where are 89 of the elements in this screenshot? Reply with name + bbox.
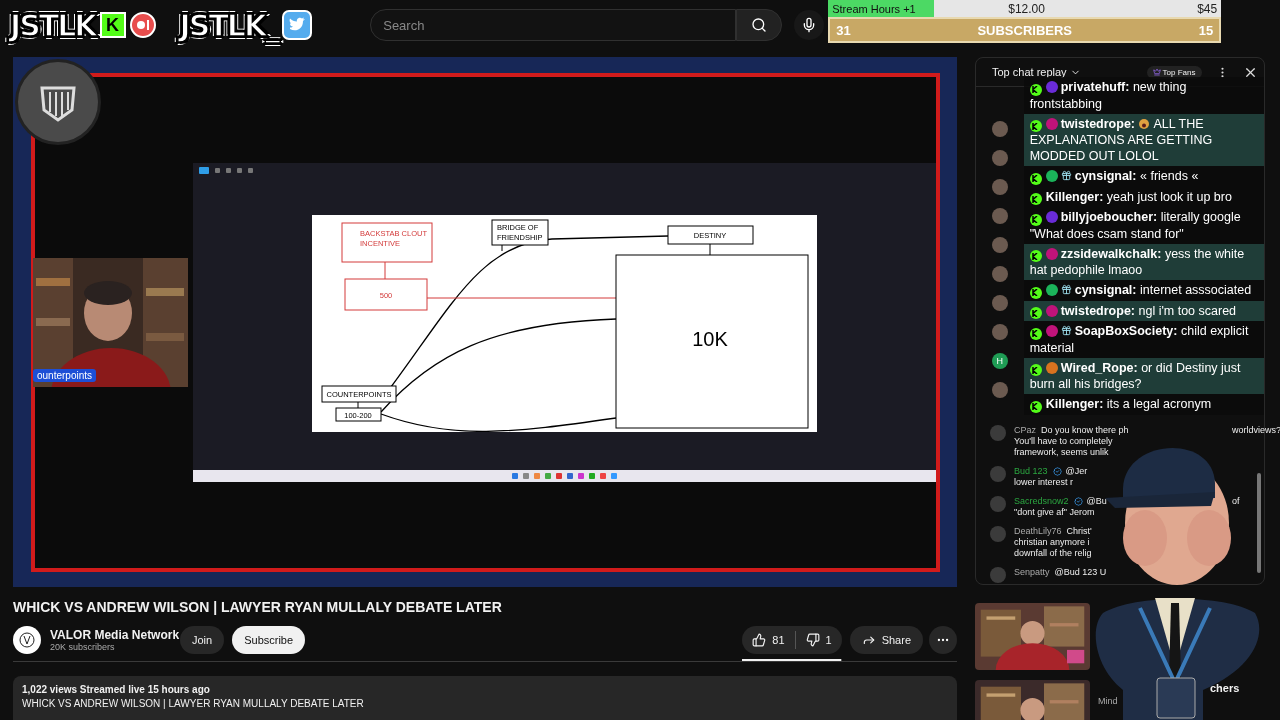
bird-icon — [282, 10, 313, 40]
user-avatar — [991, 382, 1008, 398]
webcam-label: ounterpoints — [33, 369, 97, 382]
channel-avatar[interactable] — [13, 626, 41, 654]
thumbs-down-icon — [805, 633, 820, 647]
search-button[interactable] — [736, 9, 783, 41]
dislike-button[interactable]: 1 — [795, 626, 842, 654]
channel-name[interactable]: VALOR Media Network — [50, 628, 180, 642]
goal-amount: $12.00 — [1008, 1, 1045, 16]
user-avatar: H — [991, 353, 1008, 369]
chat-overlay-message: Killenger: yeah just look it up bro — [1023, 186, 1264, 207]
chat-message: @Bu — [1086, 495, 1107, 507]
scrollbar[interactable] — [1257, 473, 1261, 573]
video-title: WHICK VS ANDREW WILSON | LAWYER RYAN MULLALY DEBATE LATER — [13, 599, 503, 615]
chat-author: Senpatty — [1014, 566, 1050, 578]
user-avatar — [990, 495, 1006, 512]
user-avatar — [990, 465, 1006, 482]
chat-message: You'll have to completely — [1014, 435, 1113, 447]
chat-overlay-message: cynsignal: « friends « — [1023, 166, 1264, 187]
sub-count: 31 — [836, 22, 851, 38]
user-avatar — [991, 324, 1008, 340]
like-button[interactable]: 81 — [742, 626, 795, 654]
chat-message: "dont give af" Jerom — [1014, 506, 1095, 518]
kick-badge-icon — [1029, 286, 1042, 299]
user-avatar — [990, 525, 1006, 542]
channel-name[interactable]: Mind — [1098, 696, 1118, 706]
sub-title: SUBSCRIBERS — [977, 22, 1073, 38]
mic-button[interactable] — [794, 10, 825, 40]
kick-badge-icon — [1029, 364, 1042, 376]
chat-message: framework, seems unlik — [1014, 446, 1109, 458]
kick-badge-icon — [1029, 213, 1042, 226]
description-box[interactable]: 1,022 views Streamed live 15 hours ago WHICK VS ANDREW WILSON | LAWYER RYAN MULLALY DEBATE LATER — [13, 676, 957, 720]
chat-author: CPaz — [1014, 424, 1036, 436]
chat-message: of — [1232, 495, 1240, 506]
chat-author: DeathLily76 — [1014, 525, 1062, 537]
kick-badge-icon — [1029, 172, 1042, 185]
user-avatar — [991, 121, 1008, 137]
more-button[interactable] — [929, 626, 957, 654]
chat-overlay-message: twistedrope: ngl i'm too scared — [1023, 300, 1264, 321]
chat-message: worldviews? — [1232, 424, 1280, 435]
kick-badge-icon — [1029, 193, 1042, 205]
record-icon — [129, 12, 156, 38]
chat-overlay-message: cynsignal: internet asssociated — [1023, 280, 1264, 301]
user-avatar — [991, 237, 1008, 253]
kick-badge-icon — [1029, 250, 1042, 262]
chat-message: @Bud 123 U — [1054, 566, 1107, 578]
user-avatar — [991, 295, 1008, 311]
kick-logo: K — [99, 12, 126, 38]
chat-overlay-message: Wired_Rope: or did Destiny just burn all his bridges? — [1023, 357, 1264, 394]
node-label: 10K — [692, 328, 728, 350]
user-avatar — [990, 566, 1006, 583]
view-info: 1,022 views Streamed live 15 hours ago — [22, 684, 211, 695]
kick-badge-icon — [1029, 120, 1042, 132]
kick-badge-icon — [1029, 400, 1042, 413]
chat-mode-dropdown[interactable]: Top chat replay — [992, 66, 1081, 78]
chat-overlay-message: Killenger: its a legal acronym — [1023, 394, 1264, 415]
user-avatar — [991, 266, 1008, 282]
search-field[interactable]: Search — [370, 9, 737, 41]
logo-text: JSTLK_ — [179, 7, 279, 43]
chat-message: @Jer — [1065, 465, 1088, 477]
chat-message: downfall of the relig — [1014, 547, 1092, 559]
search-icon — [751, 17, 768, 33]
goal-label: Stream Hours +1 — [832, 2, 916, 15]
user-avatar — [990, 424, 1006, 441]
share-button[interactable]: Share — [849, 626, 923, 654]
video-title[interactable]: chers — [1210, 682, 1240, 694]
chat-message: Do you know there ph — [1041, 424, 1129, 436]
crown-icon — [1152, 68, 1161, 76]
kick-badge-icon — [1029, 83, 1042, 96]
goal-target: $45 — [1197, 1, 1218, 16]
share-icon — [861, 633, 876, 647]
chat-overlay-message: billyjoeboucher: literally google "What does csam stand for" — [1023, 207, 1264, 244]
chat-author: Bud 123 — [1014, 465, 1048, 477]
thumbs-up-icon — [752, 633, 767, 647]
subscriber-count: 20K subscribers — [50, 642, 116, 652]
chat-message: Christ' — [1066, 525, 1092, 537]
sub-count: 15 — [1198, 22, 1214, 38]
kick-badge-icon — [1029, 327, 1042, 340]
user-avatar — [991, 150, 1008, 166]
description-text: WHICK VS ANDREW WILSON | LAWYER RYAN MULLALY DEBATE LATER — [22, 698, 365, 709]
user-avatar — [991, 208, 1008, 224]
join-button[interactable]: Join — [180, 626, 225, 654]
kick-badge-icon — [1029, 307, 1042, 319]
chat-message: lower interest r — [1014, 476, 1074, 488]
user-avatar — [991, 179, 1008, 195]
logo-text: JSTLK — [10, 7, 96, 43]
chat-message: christian anymore i — [1014, 536, 1090, 548]
chat-author: Sacredsnow2 — [1014, 495, 1069, 507]
subscribe-button[interactable]: Subscribe — [232, 626, 306, 654]
